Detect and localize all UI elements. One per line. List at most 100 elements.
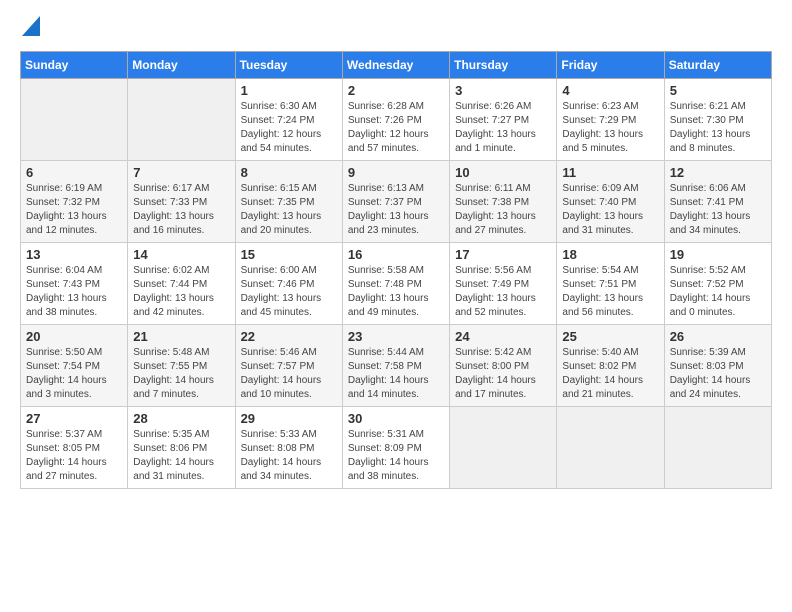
day-number: 3 [455,83,551,98]
day-number: 24 [455,329,551,344]
day-number: 21 [133,329,229,344]
day-info: Sunrise: 6:15 AM Sunset: 7:35 PM Dayligh… [241,182,337,238]
weekday-header: Tuesday [235,52,342,79]
day-number: 6 [26,165,122,180]
day-info: Sunrise: 6:00 AM Sunset: 7:46 PM Dayligh… [241,264,337,320]
calendar-cell: 23 Sunrise: 5:44 AM Sunset: 7:58 PM Dayli… [342,325,449,407]
day-number: 17 [455,247,551,262]
calendar-cell: 2 Sunrise: 6:28 AM Sunset: 7:26 PM Daylig… [342,79,449,161]
calendar-week-row: 6 Sunrise: 6:19 AM Sunset: 7:32 PM Daylig… [21,161,772,243]
day-info: Sunrise: 6:06 AM Sunset: 7:41 PM Dayligh… [670,182,766,238]
day-number: 22 [241,329,337,344]
day-number: 30 [348,411,444,426]
calendar-cell: 15 Sunrise: 6:00 AM Sunset: 7:46 PM Dayli… [235,243,342,325]
day-info: Sunrise: 6:21 AM Sunset: 7:30 PM Dayligh… [670,100,766,156]
day-info: Sunrise: 6:09 AM Sunset: 7:40 PM Dayligh… [562,182,658,238]
day-number: 12 [670,165,766,180]
calendar-cell [128,79,235,161]
calendar-cell: 21 Sunrise: 5:48 AM Sunset: 7:55 PM Dayli… [128,325,235,407]
day-number: 26 [670,329,766,344]
logo-triangle-icon [22,16,40,36]
day-info: Sunrise: 5:42 AM Sunset: 8:00 PM Dayligh… [455,346,551,402]
calendar-cell [450,407,557,489]
day-number: 28 [133,411,229,426]
day-info: Sunrise: 6:28 AM Sunset: 7:26 PM Dayligh… [348,100,444,156]
day-number: 1 [241,83,337,98]
day-info: Sunrise: 6:02 AM Sunset: 7:44 PM Dayligh… [133,264,229,320]
calendar-cell: 22 Sunrise: 5:46 AM Sunset: 7:57 PM Dayli… [235,325,342,407]
day-info: Sunrise: 5:35 AM Sunset: 8:06 PM Dayligh… [133,428,229,484]
weekday-header: Saturday [664,52,771,79]
day-info: Sunrise: 5:54 AM Sunset: 7:51 PM Dayligh… [562,264,658,320]
day-info: Sunrise: 5:44 AM Sunset: 7:58 PM Dayligh… [348,346,444,402]
weekday-header: Wednesday [342,52,449,79]
day-number: 19 [670,247,766,262]
calendar-cell: 16Sunrise: 5:58 AM Sunset: 7:48 PM Dayli… [342,243,449,325]
calendar-cell: 10 Sunrise: 6:11 AM Sunset: 7:38 PM Dayli… [450,161,557,243]
day-number: 11 [562,165,658,180]
day-info: Sunrise: 5:40 AM Sunset: 8:02 PM Dayligh… [562,346,658,402]
day-number: 23 [348,329,444,344]
calendar-cell: 30 Sunrise: 5:31 AM Sunset: 8:09 PM Dayli… [342,407,449,489]
calendar-cell: 29 Sunrise: 5:33 AM Sunset: 8:08 PM Dayli… [235,407,342,489]
calendar-week-row: 13 Sunrise: 6:04 AM Sunset: 7:43 PM Dayli… [21,243,772,325]
calendar-cell: 14 Sunrise: 6:02 AM Sunset: 7:44 PM Dayli… [128,243,235,325]
calendar-cell [21,79,128,161]
calendar-cell: 11 Sunrise: 6:09 AM Sunset: 7:40 PM Dayli… [557,161,664,243]
day-info: Sunrise: 6:23 AM Sunset: 7:29 PM Dayligh… [562,100,658,156]
day-info: Sunrise: 5:52 AM Sunset: 7:52 PM Dayligh… [670,264,766,320]
calendar-cell: 27Sunrise: 5:37 AM Sunset: 8:05 PM Dayli… [21,407,128,489]
day-number: 13 [26,247,122,262]
day-info: Sunrise: 6:17 AM Sunset: 7:33 PM Dayligh… [133,182,229,238]
calendar-cell: 8 Sunrise: 6:15 AM Sunset: 7:35 PM Daylig… [235,161,342,243]
calendar-cell: 13 Sunrise: 6:04 AM Sunset: 7:43 PM Dayli… [21,243,128,325]
calendar-table: SundayMondayTuesdayWednesdayThursdayFrid… [20,51,772,489]
page: SundayMondayTuesdayWednesdayThursdayFrid… [0,0,792,612]
calendar-cell: 1Sunrise: 6:30 AM Sunset: 7:24 PM Daylig… [235,79,342,161]
day-info: Sunrise: 5:56 AM Sunset: 7:49 PM Dayligh… [455,264,551,320]
day-info: Sunrise: 5:31 AM Sunset: 8:09 PM Dayligh… [348,428,444,484]
day-number: 16 [348,247,444,262]
header [20,16,772,41]
calendar-cell: 20Sunrise: 5:50 AM Sunset: 7:54 PM Dayli… [21,325,128,407]
day-info: Sunrise: 6:11 AM Sunset: 7:38 PM Dayligh… [455,182,551,238]
calendar-cell [557,407,664,489]
day-number: 5 [670,83,766,98]
day-number: 4 [562,83,658,98]
day-info: Sunrise: 6:04 AM Sunset: 7:43 PM Dayligh… [26,264,122,320]
calendar-cell: 5 Sunrise: 6:21 AM Sunset: 7:30 PM Daylig… [664,79,771,161]
day-info: Sunrise: 6:13 AM Sunset: 7:37 PM Dayligh… [348,182,444,238]
day-info: Sunrise: 5:33 AM Sunset: 8:08 PM Dayligh… [241,428,337,484]
calendar-cell: 18 Sunrise: 5:54 AM Sunset: 7:51 PM Dayli… [557,243,664,325]
calendar-cell: 25 Sunrise: 5:40 AM Sunset: 8:02 PM Dayli… [557,325,664,407]
day-number: 7 [133,165,229,180]
calendar-cell: 28 Sunrise: 5:35 AM Sunset: 8:06 PM Dayli… [128,407,235,489]
calendar-cell: 6 Sunrise: 6:19 AM Sunset: 7:32 PM Daylig… [21,161,128,243]
calendar-cell [664,407,771,489]
weekday-header: Thursday [450,52,557,79]
weekday-header: Sunday [21,52,128,79]
day-number: 2 [348,83,444,98]
day-info: Sunrise: 6:19 AM Sunset: 7:32 PM Dayligh… [26,182,122,238]
calendar-cell: 19 Sunrise: 5:52 AM Sunset: 7:52 PM Dayli… [664,243,771,325]
calendar-week-row: 27Sunrise: 5:37 AM Sunset: 8:05 PM Dayli… [21,407,772,489]
day-number: 29 [241,411,337,426]
day-info: Sunrise: 5:37 AM Sunset: 8:05 PM Dayligh… [26,428,122,484]
calendar-cell: 17 Sunrise: 5:56 AM Sunset: 7:49 PM Dayli… [450,243,557,325]
day-info: Sunrise: 6:26 AM Sunset: 7:27 PM Dayligh… [455,100,551,156]
day-number: 18 [562,247,658,262]
day-number: 8 [241,165,337,180]
calendar-week-row: 1Sunrise: 6:30 AM Sunset: 7:24 PM Daylig… [21,79,772,161]
calendar-cell: 12 Sunrise: 6:06 AM Sunset: 7:41 PM Dayli… [664,161,771,243]
day-number: 25 [562,329,658,344]
day-info: Sunrise: 5:46 AM Sunset: 7:57 PM Dayligh… [241,346,337,402]
day-number: 15 [241,247,337,262]
day-info: Sunrise: 5:48 AM Sunset: 7:55 PM Dayligh… [133,346,229,402]
day-number: 20 [26,329,122,344]
weekday-header: Monday [128,52,235,79]
calendar-cell: 7 Sunrise: 6:17 AM Sunset: 7:33 PM Daylig… [128,161,235,243]
calendar-week-row: 20Sunrise: 5:50 AM Sunset: 7:54 PM Dayli… [21,325,772,407]
day-number: 10 [455,165,551,180]
day-number: 14 [133,247,229,262]
calendar-cell: 26Sunrise: 5:39 AM Sunset: 8:03 PM Dayli… [664,325,771,407]
